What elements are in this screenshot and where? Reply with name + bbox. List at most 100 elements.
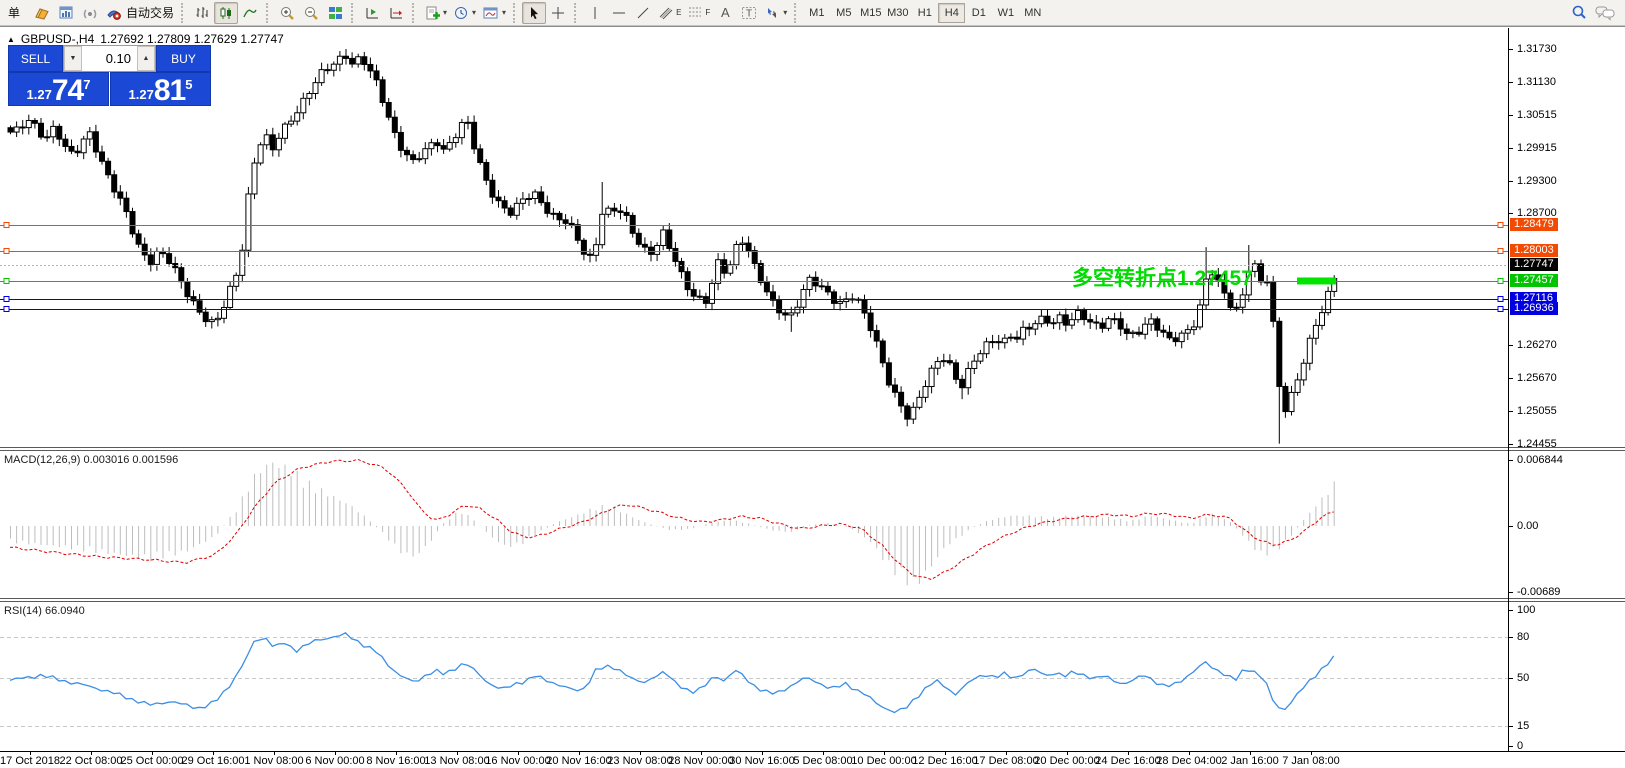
arrows-tool-icon[interactable]: ▾ bbox=[761, 2, 790, 24]
collapse-triangle-icon[interactable]: ▲ bbox=[7, 35, 15, 44]
sell-price-sup: 7 bbox=[83, 77, 90, 92]
axis-tick-label: 1.25670 bbox=[1517, 372, 1557, 384]
buy-price-display[interactable]: 1.27815 bbox=[110, 72, 211, 106]
timeframe-group: M1 M5 M15 M30 H1 H4 D1 W1 MN bbox=[801, 0, 1048, 26]
macd-panel[interactable]: MACD(12,26,9) 0.003016 0.001596 0.006844… bbox=[0, 451, 1625, 598]
time-axis-label: 16 Nov 00:00 bbox=[485, 755, 550, 767]
tab-timeframe-w1[interactable]: W1 bbox=[992, 3, 1019, 23]
volume-increase-button[interactable]: ▲ bbox=[137, 46, 155, 71]
time-axis-label: 24 Dec 16:00 bbox=[1095, 755, 1160, 767]
volume-input[interactable]: 0.10 bbox=[82, 46, 137, 71]
tab-timeframe-h4[interactable]: H4 bbox=[938, 3, 965, 23]
tab-timeframe-d1[interactable]: D1 bbox=[965, 3, 992, 23]
axis-tick-label: 0.00 bbox=[1517, 520, 1538, 532]
macd-indicator-label: MACD(12,26,9) 0.003016 0.001596 bbox=[4, 454, 178, 466]
tab-timeframe-m5[interactable]: M5 bbox=[830, 3, 857, 23]
axis-tick-label: 15 bbox=[1517, 720, 1529, 732]
zoom-out-icon[interactable] bbox=[299, 2, 323, 24]
svg-text:T: T bbox=[746, 8, 752, 19]
toolbar-separator bbox=[351, 3, 356, 23]
indicators-list-button[interactable]: ▾ bbox=[421, 2, 450, 24]
sell-button[interactable]: SELL bbox=[8, 45, 63, 72]
search-icon[interactable] bbox=[1567, 2, 1591, 24]
templates-button[interactable]: ▾ bbox=[479, 2, 509, 24]
buy-price-sup: 5 bbox=[185, 77, 192, 92]
axis-tick-mark bbox=[1509, 49, 1513, 50]
fibo-letter: F bbox=[705, 8, 710, 17]
time-axis[interactable]: 17 Oct 201822 Oct 08:0025 Oct 00:0029 Oc… bbox=[0, 751, 1625, 768]
one-click-trading-panel: SELL ▼ 0.10 ▲ BUY 1.27747 1.27815 bbox=[8, 45, 211, 106]
axis-tick-label: 80 bbox=[1517, 631, 1529, 643]
periods-clock-button[interactable]: ▾ bbox=[450, 2, 479, 24]
fibonacci-tool-icon[interactable]: F bbox=[684, 2, 713, 24]
axis-tick-mark bbox=[1509, 148, 1513, 149]
cursor-tool-icon[interactable] bbox=[522, 2, 546, 24]
line-chart-type-icon[interactable] bbox=[238, 2, 262, 24]
axis-tick-mark bbox=[1509, 726, 1513, 727]
time-axis-label: 5 Dec 08:00 bbox=[793, 755, 852, 767]
tab-timeframe-m30[interactable]: M30 bbox=[884, 3, 911, 23]
buy-price-big: 81 bbox=[154, 78, 185, 104]
axis-tick-mark bbox=[1509, 678, 1513, 679]
dropdown-caret-icon: ▾ bbox=[472, 8, 476, 17]
partial-order-button[interactable]: 单 bbox=[2, 2, 26, 24]
chat-icon[interactable] bbox=[1591, 2, 1619, 24]
bar-chart-type-icon[interactable] bbox=[190, 2, 214, 24]
toolbar-separator bbox=[181, 3, 186, 23]
tab-timeframe-m15[interactable]: M15 bbox=[857, 3, 884, 23]
axis-tick-mark bbox=[1509, 378, 1513, 379]
new-chart-icon[interactable] bbox=[54, 2, 78, 24]
time-axis-label: 28 Nov 00:00 bbox=[668, 755, 733, 767]
price-line-label: 1.28479 bbox=[1510, 218, 1558, 231]
main-chart-panel[interactable]: ▲ GBPUSD-,H4 1.27692 1.27809 1.27629 1.2… bbox=[0, 28, 1625, 447]
equidistant-channel-tool-icon[interactable]: E bbox=[655, 2, 684, 24]
candlestick-chart-type-icon[interactable] bbox=[214, 2, 238, 24]
pivot-annotation-text[interactable]: 多空转折点1.27457 bbox=[1072, 262, 1253, 292]
text-label-tool-icon[interactable]: T bbox=[737, 2, 761, 24]
candlestick-chart[interactable] bbox=[0, 28, 1508, 447]
sell-price-big: 74 bbox=[52, 78, 83, 104]
buy-button[interactable]: BUY bbox=[156, 45, 211, 72]
price-axis-border bbox=[1508, 28, 1509, 751]
tab-timeframe-h1[interactable]: H1 bbox=[911, 3, 938, 23]
time-axis-label: 13 Nov 08:00 bbox=[424, 755, 489, 767]
auto-scroll-icon[interactable] bbox=[360, 2, 384, 24]
autotrading-button[interactable]: 自动交易 bbox=[102, 2, 177, 24]
time-axis-label: 12 Dec 16:00 bbox=[912, 755, 977, 767]
vertical-line-tool-icon[interactable] bbox=[583, 2, 607, 24]
axis-tick-label: -0.00689 bbox=[1517, 586, 1560, 598]
rsi-indicator-label: RSI(14) 66.0940 bbox=[4, 605, 85, 617]
crosshair-tool-icon[interactable] bbox=[546, 2, 570, 24]
buy-price-prefix: 1.27 bbox=[129, 87, 154, 102]
sell-price-display[interactable]: 1.27747 bbox=[8, 72, 109, 106]
tab-timeframe-m1[interactable]: M1 bbox=[803, 3, 830, 23]
zoom-in-icon[interactable] bbox=[275, 2, 299, 24]
macd-chart[interactable] bbox=[0, 451, 1508, 598]
axis-tick-mark bbox=[1509, 610, 1513, 611]
rsi-panel[interactable]: RSI(14) 66.0940 1008050150 bbox=[0, 602, 1625, 751]
axis-tick-label: 1.31730 bbox=[1517, 43, 1557, 55]
price-line-label: 1.26936 bbox=[1510, 302, 1558, 315]
signals-icon[interactable] bbox=[78, 2, 102, 24]
axis-tick-mark bbox=[1509, 82, 1513, 83]
rsi-chart[interactable] bbox=[0, 602, 1508, 751]
time-axis-label: 17 Dec 08:00 bbox=[973, 755, 1038, 767]
volume-decrease-button[interactable]: ▼ bbox=[64, 46, 82, 71]
axis-tick-label: 1.31130 bbox=[1517, 76, 1556, 88]
time-axis-label: 30 Nov 16:00 bbox=[729, 755, 794, 767]
tab-timeframe-mn[interactable]: MN bbox=[1019, 3, 1046, 23]
axis-tick-label: 1.29915 bbox=[1517, 142, 1557, 154]
tile-windows-icon[interactable] bbox=[323, 2, 347, 24]
horizontal-line-tool-icon[interactable] bbox=[607, 2, 631, 24]
text-tool-icon[interactable]: A bbox=[713, 2, 737, 24]
toolbar: 单 自动交易 bbox=[0, 0, 1625, 26]
axis-tick-label: 1.30515 bbox=[1517, 109, 1557, 121]
new-order-icon[interactable] bbox=[30, 2, 54, 24]
trendline-tool-icon[interactable] bbox=[631, 2, 655, 24]
chart-shift-icon[interactable] bbox=[384, 2, 408, 24]
axis-tick-mark bbox=[1509, 181, 1513, 182]
axis-tick-label: 1.29300 bbox=[1517, 175, 1557, 187]
time-axis-label: 20 Dec 00:00 bbox=[1034, 755, 1099, 767]
dropdown-caret-icon: ▾ bbox=[443, 8, 447, 17]
time-axis-label: 25 Oct 00:00 bbox=[121, 755, 184, 767]
